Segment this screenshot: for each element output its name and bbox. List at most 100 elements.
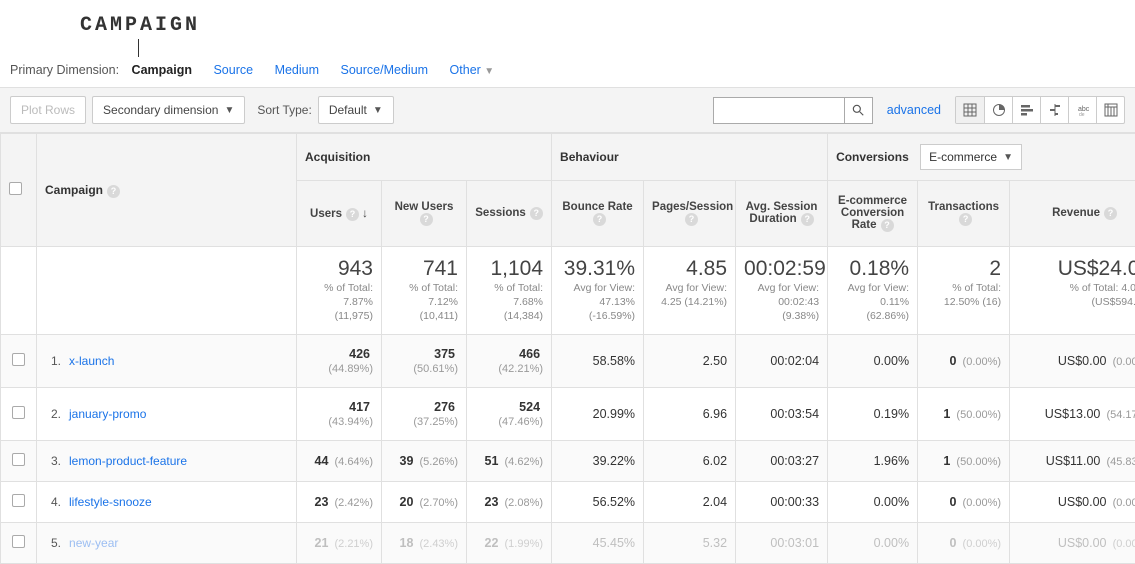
annotation-title: CAMPAIGN (80, 14, 1135, 37)
plot-rows-button: Plot Rows (10, 96, 86, 124)
search-icon (851, 103, 865, 117)
tab-medium[interactable]: Medium (275, 63, 319, 77)
column-duration-header[interactable]: Avg. Session Duration? (736, 181, 828, 247)
table-toolbar: Plot Rows Secondary dimension ▼ Sort Typ… (0, 87, 1135, 133)
campaign-link[interactable]: lifestyle-snooze (69, 495, 152, 509)
select-all-checkbox[interactable] (9, 182, 22, 195)
cell-transactions: 0 (0.00%) (918, 334, 1010, 387)
cell-transactions: 1 (50.00%) (918, 387, 1010, 440)
help-icon[interactable]: ? (685, 213, 698, 226)
view-pie-button[interactable] (984, 97, 1012, 123)
cell-sessions: 524 (47.46%) (467, 387, 552, 440)
help-icon[interactable]: ? (346, 208, 359, 221)
tab-other[interactable]: Other ▼ (450, 63, 495, 77)
column-revenue-header[interactable]: Revenue? (1010, 181, 1135, 247)
help-icon[interactable]: ? (420, 213, 433, 226)
cell-users: 426 (44.89%) (297, 334, 382, 387)
search-button[interactable] (844, 98, 872, 123)
cell-sessions: 466 (42.21%) (467, 334, 552, 387)
sort-descending-icon: ↓ (362, 206, 368, 220)
row-index: 4. (51, 495, 61, 509)
cell-pages: 2.50 (644, 334, 736, 387)
summary-transactions: 2% of Total:12.50% (16) (918, 247, 1010, 335)
help-icon[interactable]: ? (1104, 207, 1117, 220)
column-new-users-header[interactable]: New Users? (382, 181, 467, 247)
caret-down-icon: ▼ (373, 105, 383, 116)
primary-dimension-label: Primary Dimension: (10, 63, 119, 77)
table-row: 5.new-year21 (2.21%)18 (2.43%)22 (1.99%)… (1, 522, 1135, 563)
help-icon[interactable]: ? (881, 219, 894, 232)
view-bar-button[interactable] (1012, 97, 1040, 123)
cell-ecom-rate: 0.19% (828, 387, 918, 440)
cell-users: 23 (2.42%) (297, 481, 382, 522)
view-comparison-button[interactable] (1040, 97, 1068, 123)
cell-transactions: 0 (0.00%) (918, 481, 1010, 522)
comparison-icon (1048, 103, 1062, 117)
cell-duration: 00:03:54 (736, 387, 828, 440)
row-index: 2. (51, 407, 61, 421)
row-checkbox[interactable] (12, 453, 25, 466)
help-icon[interactable]: ? (593, 213, 606, 226)
column-transactions-header[interactable]: Transactions? (918, 181, 1010, 247)
cell-duration: 00:03:27 (736, 440, 828, 481)
column-bounce-header[interactable]: Bounce Rate? (552, 181, 644, 247)
summary-pages: 4.85Avg for View:4.25 (14.21%) (644, 247, 736, 335)
row-checkbox[interactable] (12, 353, 25, 366)
cell-users: 44 (4.64%) (297, 440, 382, 481)
cell-ecom-rate: 0.00% (828, 334, 918, 387)
summary-revenue: US$24.00% of Total: 4.04%(US$594.30) (1010, 247, 1135, 335)
cell-transactions: 1 (50.00%) (918, 440, 1010, 481)
cell-new-users: 375 (50.61%) (382, 334, 467, 387)
pie-icon (992, 103, 1006, 117)
help-icon[interactable]: ? (107, 185, 120, 198)
campaign-link[interactable]: january-promo (69, 407, 146, 421)
group-behaviour-header: Behaviour (552, 134, 828, 181)
search-box (713, 97, 873, 124)
search-input[interactable] (714, 98, 844, 123)
view-table-button[interactable] (956, 97, 984, 123)
cell-pages: 5.32 (644, 522, 736, 563)
cell-duration: 00:02:04 (736, 334, 828, 387)
tab-campaign[interactable]: Campaign (132, 63, 192, 77)
table-row: 1. x-launch 426 (44.89%)375 (50.61%)466 (4… (1, 334, 1135, 387)
cell-new-users: 276 (37.25%) (382, 387, 467, 440)
conversions-selector[interactable]: E-commerce▼ (920, 144, 1022, 170)
summary-ecom-rate: 0.18%Avg for View:0.11%(62.86%) (828, 247, 918, 335)
cell-revenue: US$0.00 (0.00%) (1010, 481, 1135, 522)
column-sessions-header[interactable]: Sessions? (467, 181, 552, 247)
row-checkbox[interactable] (12, 406, 25, 419)
advanced-link[interactable]: advanced (887, 103, 941, 117)
column-pages-header[interactable]: Pages/Session? (644, 181, 736, 247)
row-checkbox[interactable] (12, 494, 25, 507)
cell-transactions: 0 (0.00%) (918, 522, 1010, 563)
tab-source[interactable]: Source (213, 63, 253, 77)
view-pivot-button[interactable] (1096, 97, 1124, 123)
campaign-link[interactable]: x-launch (69, 354, 114, 368)
sort-type-label: Sort Type: (257, 103, 311, 117)
cell-bounce: 39.22% (552, 440, 644, 481)
tab-source-medium[interactable]: Source/Medium (341, 63, 429, 77)
help-icon[interactable]: ? (801, 213, 814, 226)
column-users-header[interactable]: Users?↓ (297, 181, 382, 247)
column-ecom-rate-header[interactable]: E-commerce Conversion Rate? (828, 181, 918, 247)
campaign-link[interactable]: lemon-product-feature (69, 454, 187, 468)
cell-new-users: 20 (2.70%) (382, 481, 467, 522)
row-index: 3. (51, 454, 61, 468)
help-icon[interactable]: ? (530, 207, 543, 220)
row-index: 1. (51, 354, 61, 368)
annotation-pointer (138, 39, 139, 57)
help-icon[interactable]: ? (959, 213, 972, 226)
secondary-dimension-button[interactable]: Secondary dimension ▼ (92, 96, 245, 124)
campaign-link[interactable]: new-year (69, 536, 118, 550)
cell-ecom-rate: 0.00% (828, 481, 918, 522)
cell-bounce: 45.45% (552, 522, 644, 563)
cell-ecom-rate: 1.96% (828, 440, 918, 481)
column-campaign-header[interactable]: Campaign? (37, 134, 297, 247)
row-checkbox[interactable] (12, 535, 25, 548)
table-row: 4.lifestyle-snooze23 (2.42%)20 (2.70%)23… (1, 481, 1135, 522)
sort-type-button[interactable]: Default ▼ (318, 96, 394, 124)
cell-bounce: 20.99% (552, 387, 644, 440)
view-cloud-button[interactable]: abcde (1068, 97, 1096, 123)
bar-icon (1020, 103, 1034, 117)
summary-row: 943% of Total:7.87%(11,975) 741% of Tota… (1, 247, 1135, 335)
